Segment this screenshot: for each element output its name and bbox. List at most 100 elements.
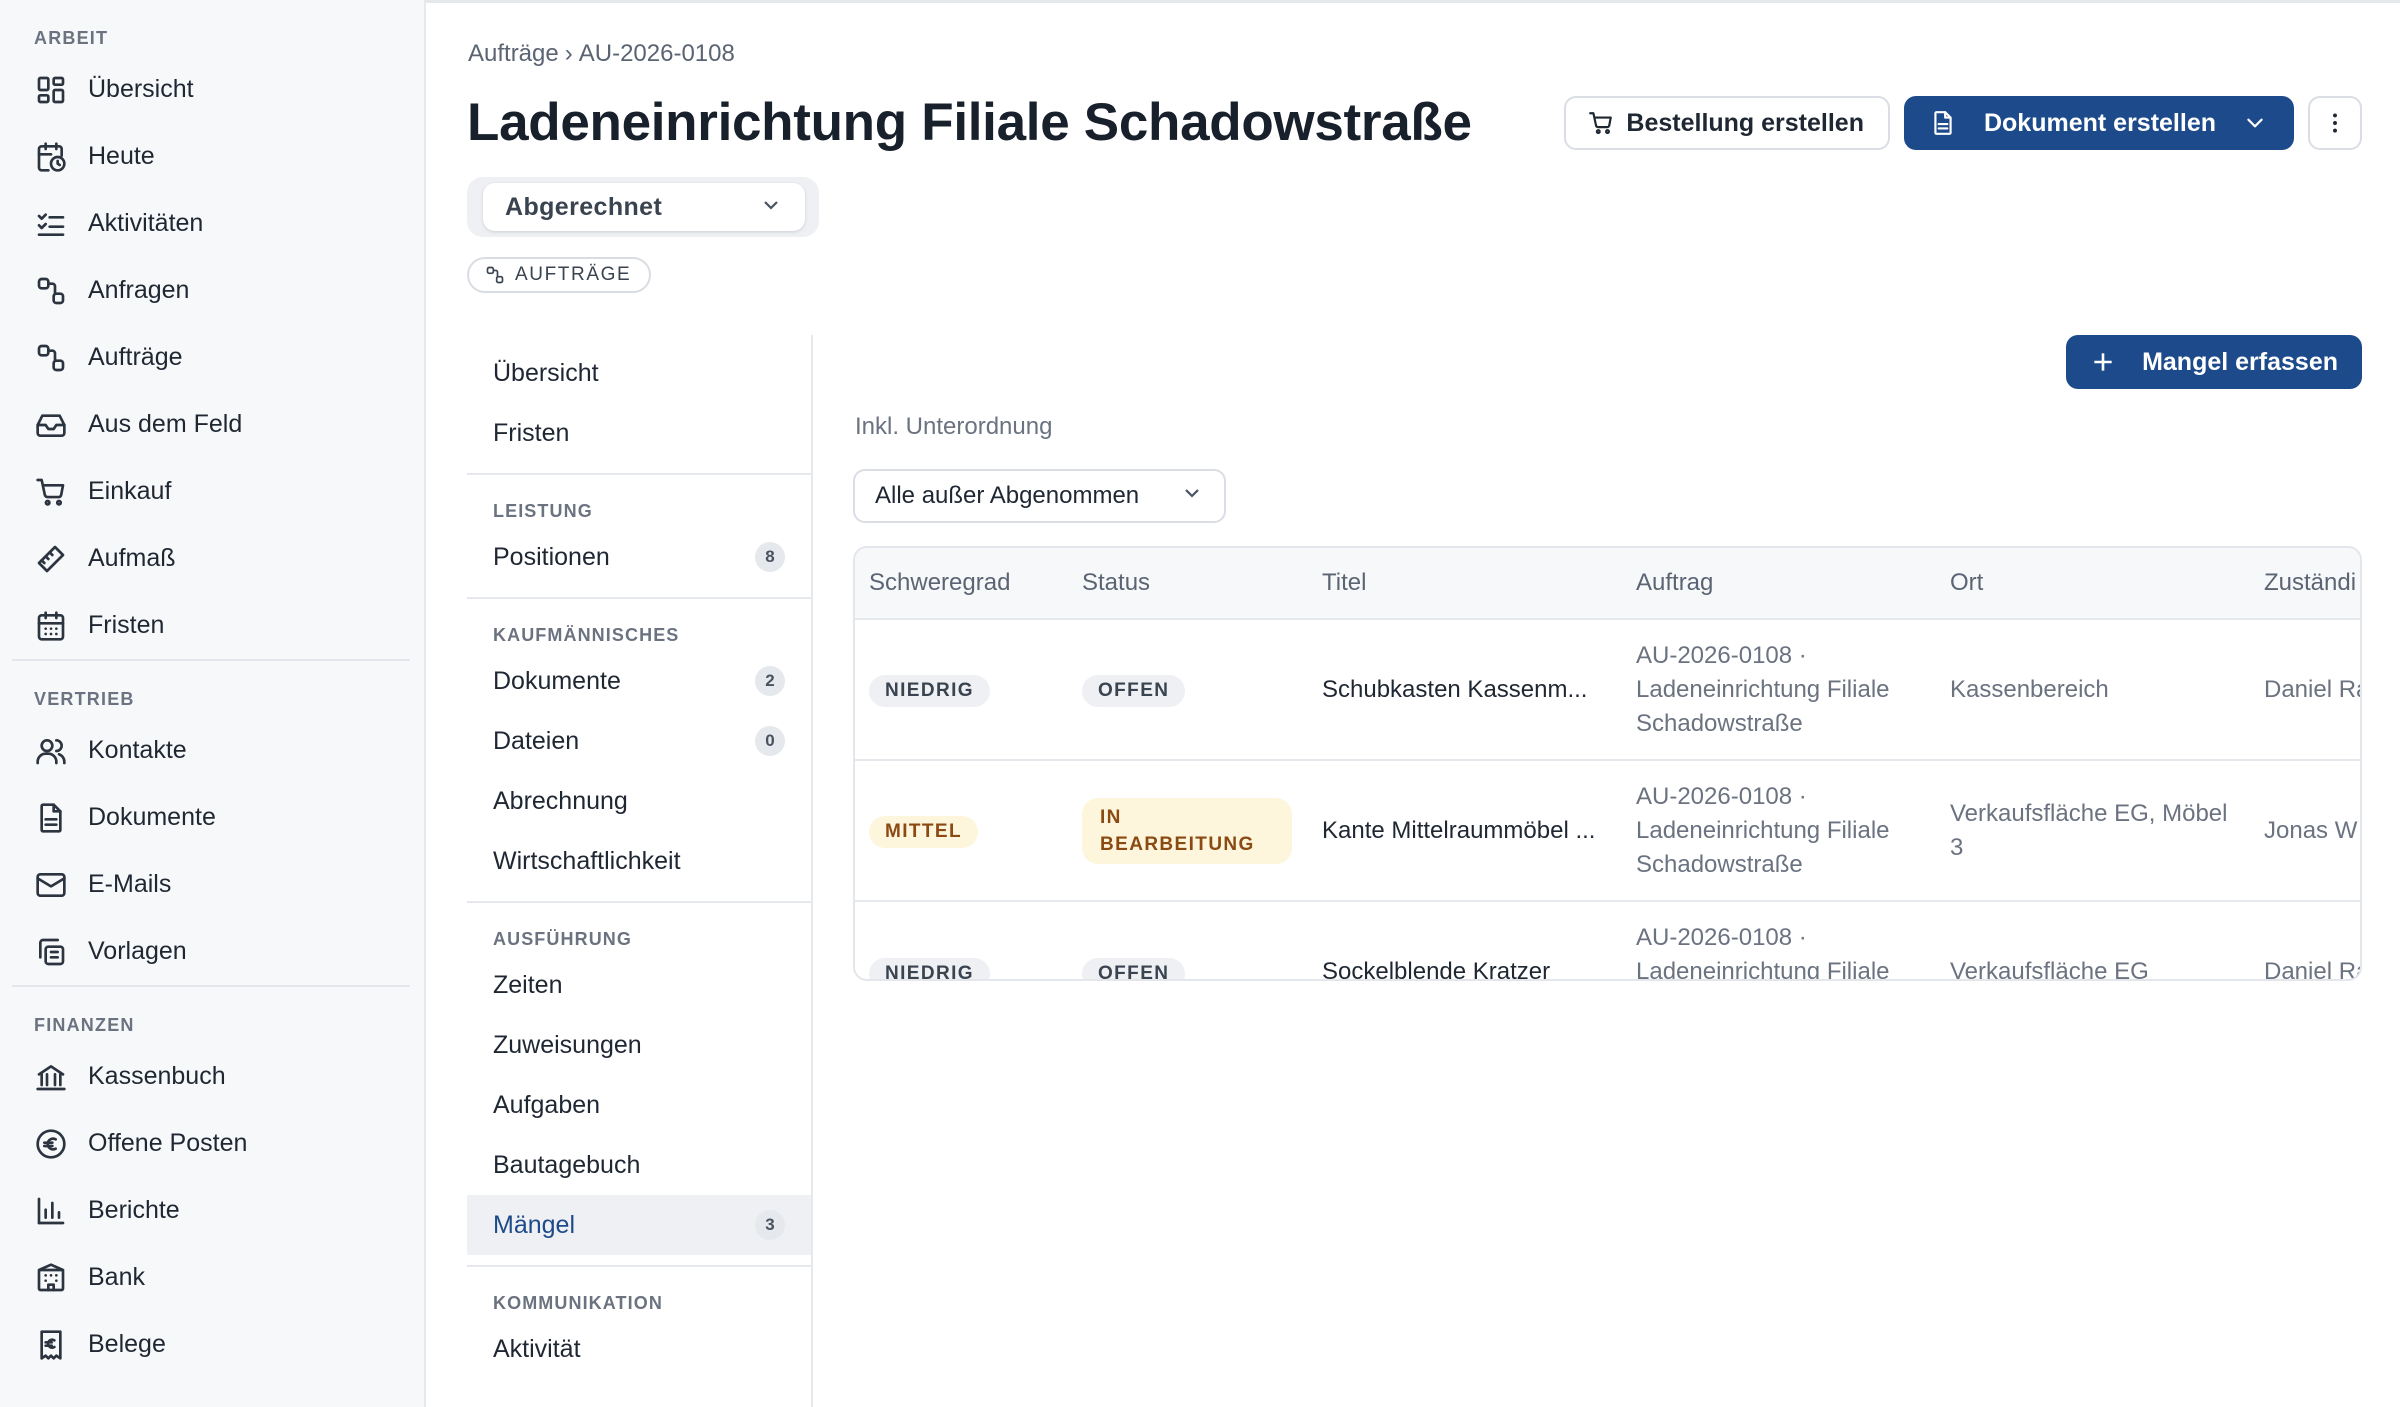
type-badge-label: AUFTRÄGE (515, 264, 632, 285)
chevron-down-icon (761, 193, 781, 222)
bank-icon (34, 1060, 68, 1094)
ruler-icon (34, 542, 68, 576)
subnav-item-label: Wirtschaftlichkeit (493, 846, 681, 875)
column-header-titel[interactable]: Titel (1308, 548, 1622, 619)
sidebar-item-offene-posten[interactable]: Offene Posten (12, 1110, 410, 1177)
subnav-item-aktivitaet[interactable]: Aktivität (467, 1319, 811, 1379)
subnav-item-label: Aktivität (493, 1334, 581, 1363)
add-defect-button[interactable]: Mangel erfassen (2066, 335, 2362, 389)
table-row[interactable]: MITTEL IN BEARBEITUNG Kante Mittelraummöbe… (855, 759, 2360, 901)
create-document-button[interactable]: Dokument erstellen (1903, 96, 2294, 150)
sidebar-item-fristen[interactable]: Fristen (12, 592, 424, 659)
sidebar-item-aus-dem-feld[interactable]: Aus dem Feld (12, 391, 424, 458)
cell-order: AU-2026-0108 · Ladeneinrichtung Filiale … (1622, 900, 1936, 979)
cell-assignee: Jonas W (2250, 759, 2360, 901)
users-icon (34, 734, 68, 768)
subnav-item-bautagebuch[interactable]: Bautagebuch (467, 1135, 811, 1195)
subnav-item-wirtschaftlichkeit[interactable]: Wirtschaftlichkeit (467, 831, 811, 891)
sidebar-item-auftraege[interactable]: Aufträge (12, 324, 424, 391)
more-actions-button[interactable] (2308, 96, 2362, 150)
create-order-label: Bestellung erstellen (1626, 108, 1864, 137)
status-select[interactable]: Abgerechnet (483, 183, 805, 231)
severity-badge: NIEDRIG (869, 675, 990, 707)
sidebar-section-title: ARBEIT (34, 28, 109, 48)
subnav-item-label: Fristen (493, 418, 570, 447)
inbox-icon (34, 408, 68, 442)
breadcrumb: Aufträge › AU-2026-0108 (468, 40, 735, 68)
sidebar-item-e-mails[interactable]: E-Mails (12, 851, 410, 918)
sidebar-item-anfragen[interactable]: Anfragen (12, 257, 424, 324)
checklist-icon (34, 207, 68, 241)
subnav-item-label: Zuweisungen (493, 1030, 642, 1059)
chevron-down-icon (1182, 482, 1202, 510)
cell-assignee: Daniel Ra (2250, 618, 2360, 760)
status-select-wrapper: Abgerechnet (467, 177, 819, 237)
subnav-item-aufgaben[interactable]: Aufgaben (467, 1075, 811, 1135)
subnav-item-zuweisungen[interactable]: Zuweisungen (467, 1015, 811, 1075)
sidebar-item-dokumente[interactable]: Dokumente (12, 784, 410, 851)
column-header-status[interactable]: Status (1068, 548, 1308, 619)
document-icon (1934, 111, 1952, 135)
subnav-item-label: Positionen (493, 542, 610, 571)
sidebar-item-label: Übersicht (88, 75, 194, 103)
sidebar-item-label: Einkauf (88, 477, 172, 505)
subnav-item-positionen[interactable]: Positionen 8 (467, 527, 811, 587)
create-document-label: Dokument erstellen (1983, 108, 2216, 137)
column-header-schweregrad[interactable]: Schweregrad (855, 548, 1068, 619)
defect-title-link[interactable]: Schubkasten Kassenm... (1322, 673, 1608, 707)
defect-title-link[interactable]: Sockelblende Kratzer (1322, 955, 1608, 979)
subnav-section-title: KAUFMÄNNISCHES (493, 625, 680, 645)
sidebar-item-einkauf[interactable]: Einkauf (12, 458, 424, 525)
sidebar-item-label: Berichte (88, 1196, 180, 1224)
sidebar-item-kassenbuch[interactable]: Kassenbuch (12, 1043, 410, 1110)
table-row[interactable]: NIEDRIG OFFEN Schubkasten Kassenm... AU-202… (855, 618, 2360, 760)
column-header-zustaendi[interactable]: Zuständi (2250, 548, 2360, 619)
bar-chart-icon (34, 1194, 68, 1228)
defects-table-container: Schweregrad Status Titel Auftrag Ort Zuständi… (853, 546, 2362, 981)
sidebar-item-berichte[interactable]: Berichte (12, 1177, 410, 1244)
sidebar-item-aufmass[interactable]: Aufmaß (12, 525, 424, 592)
table-row[interactable]: NIEDRIG OFFEN Sockelblende Kratzer AU-2026-… (855, 900, 2360, 979)
cell-assignee: Daniel Ra (2250, 900, 2360, 979)
column-header-auftrag[interactable]: Auftrag (1622, 548, 1936, 619)
subnav-item-dateien[interactable]: Dateien 0 (467, 711, 811, 771)
sidebar-item-uebersicht[interactable]: Übersicht (12, 56, 424, 123)
status-select-value: Abgerechnet (505, 192, 663, 221)
subnav-item-label: Dokumente (493, 666, 621, 695)
sidebar-item-heute[interactable]: Heute (12, 123, 424, 190)
sidebar-item-belege[interactable]: Belege (12, 1311, 410, 1378)
count-badge: 2 (755, 666, 785, 696)
sidebar-item-vorlagen[interactable]: Vorlagen (12, 918, 410, 985)
sidebar-section-title: VERTRIEB (34, 689, 135, 709)
table-body: NIEDRIG OFFEN Schubkasten Kassenm... AU-202… (855, 618, 2360, 979)
sidebar-group-vertrieb: VERTRIEB Kontakte Dokumente E-Mails Vorlagen (12, 659, 410, 985)
subnav-item-label: Bautagebuch (493, 1150, 641, 1179)
defect-title-link[interactable]: Kante Mittelraummöbel ... (1322, 814, 1608, 848)
chevron-down-icon (2247, 118, 2263, 128)
status-filter-select[interactable]: Alle außer Abgenommen (853, 469, 1226, 523)
sidebar-item-bank[interactable]: Bank (12, 1244, 410, 1311)
subnav-item-dokumente[interactable]: Dokumente 2 (467, 651, 811, 711)
sidebar-item-aktivitaeten[interactable]: Aktivitäten (12, 190, 424, 257)
subnav-group-general: Übersicht Fristen (467, 335, 811, 475)
sidebar-item-kontakte[interactable]: Kontakte (12, 717, 410, 784)
subnav-group-ausfuehrung: AUSFÜHRUNG Zeiten Zuweisungen Aufgaben Bauta… (467, 903, 811, 1267)
create-order-button[interactable]: Bestellung erstellen (1564, 96, 1890, 150)
cell-status: OFFEN (1068, 900, 1308, 979)
subnav-section-title: KOMMUNIKATION (493, 1293, 663, 1313)
subnav-item-zeiten[interactable]: Zeiten (467, 955, 811, 1015)
cell-order: AU-2026-0108 · Ladeneinrichtung Filiale … (1622, 618, 1936, 760)
workflow-icon (486, 266, 504, 284)
breadcrumb-separator: › (564, 40, 573, 67)
breadcrumb-parent-link[interactable]: Aufträge (468, 40, 559, 67)
subnav-item-maengel[interactable]: Mängel 3 (467, 1195, 811, 1255)
column-header-ort[interactable]: Ort (1936, 548, 2250, 619)
cell-severity: NIEDRIG (855, 618, 1068, 760)
subnav-item-abrechnung[interactable]: Abrechnung (467, 771, 811, 831)
subnav-item-label: Zeiten (493, 970, 563, 999)
status-badge: OFFEN (1082, 675, 1186, 707)
subnav-item-fristen[interactable]: Fristen (467, 403, 811, 463)
subnav-item-uebersicht[interactable]: Übersicht (467, 343, 811, 403)
type-badge: AUFTRÄGE (467, 257, 652, 293)
subnav-item-label: Dateien (493, 726, 580, 755)
